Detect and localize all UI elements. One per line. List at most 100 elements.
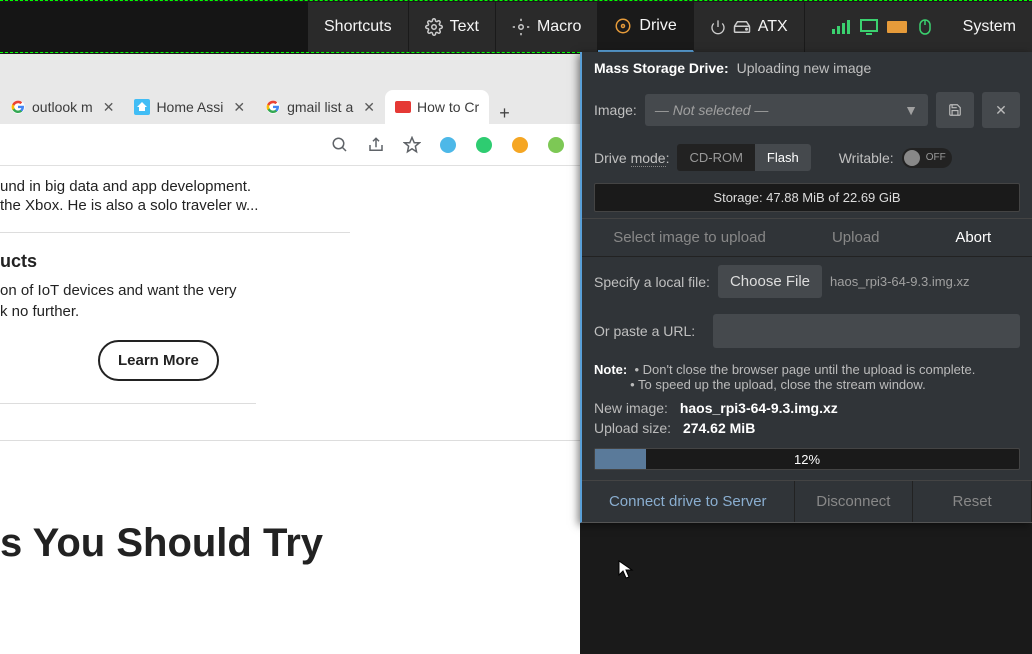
toolbar-atx-label: ATX [758, 18, 788, 36]
new-image-row: New image: haos_rpi3-64-9.3.img.xz [582, 398, 1032, 418]
toolbar-shortcuts[interactable]: Shortcuts [308, 2, 409, 52]
monitor-icon [859, 19, 879, 35]
browser-viewport: outlook m ✕ Home Assi ✕ gmail list a ✕ H… [0, 54, 580, 654]
save-image-button[interactable] [936, 92, 974, 128]
zoom-icon[interactable] [330, 135, 350, 155]
writable-label: Writable: [839, 150, 894, 166]
toolbar-macro[interactable]: Macro [496, 2, 598, 52]
hdd-icon [733, 20, 751, 34]
power-icon [710, 19, 726, 35]
content-line2: the Xbox. He is also a solo traveler w..… [0, 197, 580, 214]
disc-icon [614, 17, 632, 35]
tab-upload[interactable]: Upload [797, 219, 915, 256]
panel-header: Mass Storage Drive: Uploading new image [582, 52, 1032, 84]
drive-mode-toggle[interactable]: CD-ROM Flash [677, 144, 810, 171]
tab-label: Home Assi [156, 99, 223, 115]
switch-off-label: OFF [926, 152, 946, 163]
writable-switch[interactable]: OFF [902, 148, 952, 168]
connect-button[interactable]: Connect drive to Server [582, 481, 795, 522]
tab-label: outlook m [32, 99, 93, 115]
upload-size-row: Upload size: 274.62 MiB [582, 418, 1032, 438]
tab-homeassistant[interactable]: Home Assi ✕ [124, 90, 255, 124]
mode-cdrom[interactable]: CD-ROM [677, 144, 754, 171]
mode-flash[interactable]: Flash [755, 144, 811, 171]
ext-icon-1[interactable] [438, 135, 458, 155]
page-content: und in big data and app development. the… [0, 166, 580, 566]
keyboard-icon [887, 19, 907, 35]
google-icon [10, 99, 26, 115]
top-toolbar: Shortcuts Text Macro Drive ATX System [0, 2, 1032, 52]
new-tab-button[interactable]: + [489, 103, 520, 124]
content-line1: und in big data and app development. [0, 178, 580, 195]
gear-icon [512, 18, 530, 36]
upload-progress: 12% [594, 448, 1020, 470]
clear-image-button[interactable]: ✕ [982, 92, 1020, 128]
image-select-placeholder: — Not selected — [655, 102, 769, 118]
content-sub2: k no further. [0, 301, 580, 322]
close-icon[interactable]: ✕ [363, 99, 375, 116]
save-icon [948, 103, 962, 117]
toolbar-macro-label: Macro [537, 18, 581, 36]
google-icon [265, 99, 281, 115]
note-1: • Don't close the browser page until the… [634, 362, 975, 377]
tab-outlook[interactable]: outlook m ✕ [0, 90, 124, 124]
image-label: Image: [594, 102, 637, 118]
disconnect-button[interactable]: Disconnect [795, 481, 914, 522]
panel-status: Uploading new image [737, 60, 872, 76]
close-icon[interactable]: ✕ [233, 99, 245, 116]
content-heading: ucts [0, 251, 580, 272]
toolbar-status-icons [819, 19, 947, 35]
upload-size-value: 274.62 MiB [683, 420, 755, 436]
toolbar-shortcuts-label: Shortcuts [324, 18, 392, 36]
close-icon[interactable]: ✕ [103, 99, 115, 116]
homeassistant-icon [134, 99, 150, 115]
specify-file-label: Specify a local file: [594, 274, 710, 290]
toolbar-drive[interactable]: Drive [598, 2, 693, 52]
tab-abort[interactable]: Abort [915, 219, 1032, 256]
close-icon: ✕ [995, 102, 1007, 119]
signal-icon [831, 19, 851, 35]
content-sub1: on of IoT devices and want the very [0, 280, 580, 301]
share-icon[interactable] [366, 135, 386, 155]
tab-label: How to Cr [417, 99, 479, 115]
toolbar-system[interactable]: System [947, 2, 1032, 52]
tab-label: gmail list a [287, 99, 353, 115]
mouse-icon [915, 19, 935, 35]
paste-url-label: Or paste a URL: [594, 323, 695, 339]
progress-label: 12% [595, 449, 1019, 469]
toolbar-atx[interactable]: ATX [694, 2, 805, 52]
toolbar-spacer [0, 2, 308, 52]
drive-panel: Mass Storage Drive: Uploading new image … [580, 52, 1032, 523]
panel-actions: Connect drive to Server Disconnect Reset [582, 480, 1032, 522]
storage-bar: Storage: 47.88 MiB of 22.69 GiB [594, 183, 1020, 212]
gear-icon [425, 18, 443, 36]
chevron-down-icon: ▼ [904, 102, 918, 118]
browser-tab-strip: outlook m ✕ Home Assi ✕ gmail list a ✕ H… [0, 54, 580, 124]
upload-size-label: Upload size: [594, 420, 671, 436]
browser-toolbar [0, 124, 580, 166]
learn-more-button[interactable]: Learn More [98, 340, 219, 381]
ext-icon-4[interactable] [546, 135, 566, 155]
content-big-heading: s You Should Try [0, 521, 580, 566]
choose-file-button[interactable]: Choose File [718, 265, 822, 298]
cursor-icon [618, 560, 634, 580]
new-image-label: New image: [594, 400, 668, 416]
reset-button[interactable]: Reset [913, 481, 1032, 522]
toolbar-drive-label: Drive [639, 17, 676, 35]
toolbar-text[interactable]: Text [409, 2, 496, 52]
chosen-file-name: haos_rpi3-64-9.3.img.xz [830, 274, 969, 289]
tab-select-image[interactable]: Select image to upload [582, 219, 797, 256]
toolbar-system-label: System [963, 18, 1016, 36]
image-select[interactable]: — Not selected — ▼ [645, 94, 928, 126]
ext-icon-2[interactable] [474, 135, 494, 155]
muo-icon [395, 99, 411, 115]
toolbar-text-label: Text [450, 18, 479, 36]
note-2: • To speed up the upload, close the stre… [630, 377, 926, 392]
ext-icon-3[interactable] [510, 135, 530, 155]
star-icon[interactable] [402, 135, 422, 155]
plus-icon: + [499, 103, 510, 123]
switch-knob [904, 150, 920, 166]
url-input[interactable] [713, 314, 1020, 348]
tab-howto[interactable]: How to Cr [385, 90, 489, 124]
tab-gmail[interactable]: gmail list a ✕ [255, 90, 385, 124]
